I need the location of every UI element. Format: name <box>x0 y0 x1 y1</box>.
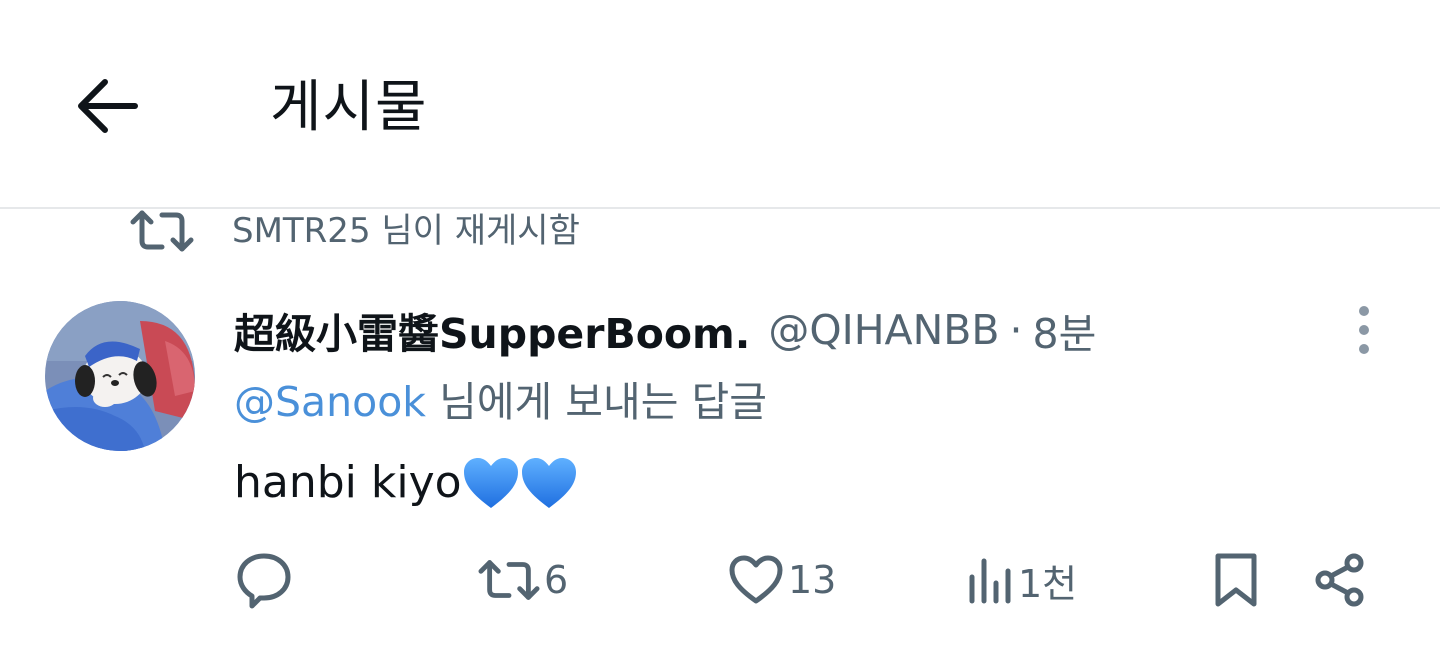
display-name[interactable]: 超級小雷醬SupperBoom. <box>234 300 750 360</box>
timestamp[interactable]: 8분 <box>1033 300 1097 360</box>
reply-icon <box>237 553 291 609</box>
separator-dot: · <box>1009 306 1023 354</box>
more-options-button[interactable] <box>1344 300 1384 360</box>
heart-icon <box>729 555 783 604</box>
tweet-actions: 6 13 1천 <box>0 545 1440 615</box>
mention-link[interactable]: @Sanook <box>234 378 426 426</box>
repost-context: SMTR25 님이 재게시함 <box>130 206 580 256</box>
arrow-left-icon <box>78 79 138 133</box>
page-title: 게시물 <box>270 75 428 140</box>
bookmark-icon <box>1215 553 1257 607</box>
user-handle[interactable]: @QIHANBB <box>768 306 999 354</box>
tweet-body: hanbi kiyo <box>234 452 578 514</box>
blue-heart-icon <box>463 458 518 508</box>
like-count: 13 <box>788 558 837 602</box>
more-vertical-icon <box>1359 306 1369 354</box>
repost-label[interactable]: SMTR25 님이 재게시함 <box>232 206 580 256</box>
views-icon <box>969 558 1011 604</box>
views-button[interactable]: 1천 <box>966 545 1077 615</box>
repost-count: 6 <box>544 558 569 602</box>
bookmark-button[interactable] <box>1212 545 1260 615</box>
share-icon <box>1315 553 1364 607</box>
views-count: 1천 <box>1018 561 1078 606</box>
like-button[interactable]: 13 <box>728 545 836 615</box>
tweet-header: 超級小雷醬SupperBoom. @QIHANBB · 8분 <box>234 300 1096 360</box>
reply-to-line: @Sanook 님에게 보내는 답글 <box>234 372 767 432</box>
repost-button[interactable]: 6 <box>478 545 568 615</box>
tweet-text: hanbi kiyo <box>234 457 462 508</box>
top-bar: 게시물 <box>0 0 1440 209</box>
avatar[interactable] <box>45 301 195 451</box>
blue-heart-icon <box>521 458 576 508</box>
repost-icon <box>478 560 540 600</box>
share-button[interactable] <box>1314 545 1366 615</box>
reply-button[interactable] <box>236 545 292 615</box>
reply-to-suffix: 님에게 보내는 답글 <box>426 378 767 426</box>
back-button[interactable] <box>70 70 142 142</box>
repost-icon <box>130 209 194 253</box>
